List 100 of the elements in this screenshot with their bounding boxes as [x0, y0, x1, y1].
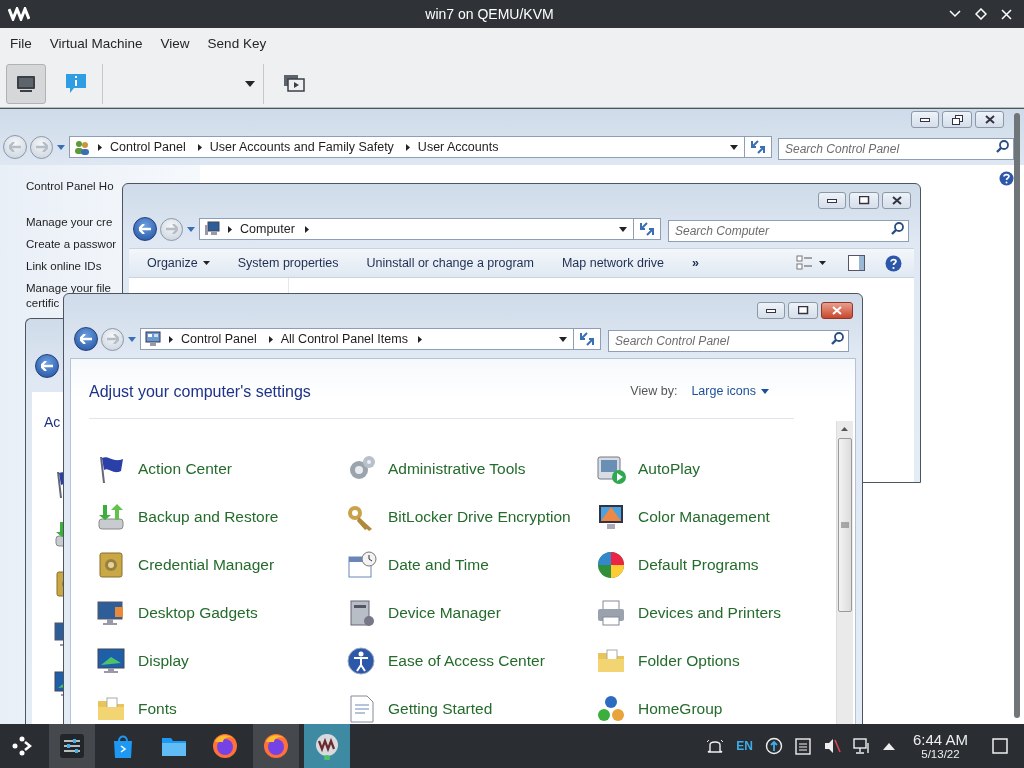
breadcrumb-item[interactable]: User Accounts — [413, 137, 503, 157]
sidebar-link[interactable]: Manage your cre — [26, 215, 113, 230]
address-bar[interactable]: Control Panel User Accounts and Family Safety User Accounts — [69, 136, 745, 158]
command-button[interactable]: System properties — [223, 253, 353, 273]
taskbar-app[interactable] — [304, 724, 350, 768]
menu-item[interactable]: Virtual Machine — [40, 33, 152, 55]
minimize-button[interactable] — [757, 302, 785, 319]
chevron-icon[interactable] — [228, 225, 232, 233]
breadcrumb-item[interactable]: Control Panel — [106, 137, 190, 157]
caret-icon[interactable] — [619, 226, 627, 232]
chevron-icon[interactable] — [417, 335, 422, 343]
maximize-button[interactable] — [849, 192, 879, 209]
breadcrumb-item[interactable]: Computer — [236, 219, 299, 239]
settings-link[interactable]: Folder Options — [595, 645, 740, 677]
caret-icon — [245, 80, 255, 87]
taskbar-app[interactable] — [49, 724, 95, 768]
sidebar-link[interactable]: Link online IDs — [26, 259, 102, 274]
close-icon[interactable] — [1001, 8, 1012, 20]
settings-link[interactable]: Backup and Restore — [95, 501, 279, 533]
bell-icon[interactable] — [706, 737, 725, 755]
show-desktop-icon[interactable] — [992, 738, 1008, 754]
back-button[interactable] — [74, 327, 98, 351]
settings-link[interactable]: Color Management — [595, 501, 770, 533]
sidebar-link[interactable]: Manage your file certific — [26, 281, 112, 311]
arrow-up-icon[interactable] — [882, 742, 895, 750]
refresh-button[interactable] — [634, 218, 661, 240]
network-icon[interactable] — [852, 737, 871, 755]
command-button[interactable]: Organize — [133, 253, 224, 273]
view-by-dropdown[interactable]: Large icons — [691, 382, 769, 401]
settings-link[interactable]: Device Manager — [345, 597, 501, 629]
keyboard-layout[interactable]: EN — [736, 737, 753, 755]
settings-link[interactable]: Devices and Printers — [595, 597, 781, 629]
settings-link[interactable]: BitLocker Drive Encryption — [345, 501, 571, 533]
preview-pane-icon[interactable] — [848, 255, 865, 271]
scrollbar[interactable] — [1014, 113, 1020, 718]
sidebar-link[interactable]: Create a passwor — [26, 237, 117, 252]
clock[interactable]: 6:44 AM 5/13/22 — [912, 731, 968, 761]
search-field[interactable]: Search Control Panel — [608, 330, 849, 352]
breadcrumb-item[interactable]: All Control Panel Items — [276, 329, 412, 349]
taskbar-app[interactable] — [253, 724, 299, 768]
help-icon[interactable] — [885, 254, 902, 272]
address-bar[interactable]: Computer — [199, 218, 634, 240]
chevron-icon[interactable] — [304, 225, 309, 233]
menu-item[interactable]: View — [151, 33, 199, 55]
command-button[interactable]: Map network drive — [547, 253, 679, 273]
back-button[interactable] — [133, 217, 157, 241]
settings-link[interactable]: Date and Time — [345, 549, 489, 581]
update-icon[interactable] — [764, 737, 783, 755]
breadcrumb-item[interactable]: User Accounts and Family Safety — [205, 137, 398, 157]
chevron-icon[interactable] — [98, 143, 102, 151]
settings-link[interactable]: Action Center — [95, 453, 232, 485]
restore-button[interactable] — [942, 111, 972, 128]
sidebar-link[interactable]: Control Panel Ho — [26, 179, 114, 194]
page-heading: Ac — [44, 413, 61, 432]
chevron-icon[interactable] — [405, 143, 410, 151]
command-button[interactable]: Uninstall or change a program — [352, 253, 548, 273]
refresh-button[interactable] — [574, 328, 601, 350]
settings-link[interactable]: Fonts — [95, 693, 177, 724]
search-field[interactable]: Search Computer — [668, 220, 909, 242]
chevron-icon[interactable] — [268, 335, 273, 343]
close-button[interactable] — [975, 111, 1004, 128]
maximize-button[interactable] — [788, 302, 818, 319]
help-icon[interactable] — [999, 171, 1014, 186]
scrollbar-thumb[interactable] — [838, 438, 852, 612]
clipboard-icon[interactable] — [794, 737, 811, 755]
settings-link[interactable]: AutoPlay — [595, 453, 701, 485]
chevron-icon[interactable] — [169, 335, 173, 343]
media-player-icon — [595, 453, 627, 485]
menu-item[interactable]: File — [1, 33, 41, 55]
chevron-icon[interactable] — [197, 143, 202, 151]
refresh-button[interactable] — [745, 136, 772, 158]
minimize-button[interactable] — [818, 192, 846, 209]
back-button[interactable] — [35, 354, 59, 378]
drive-icon — [95, 501, 127, 533]
scrollbar[interactable] — [836, 421, 853, 724]
settings-link[interactable]: Administrative Tools — [345, 453, 526, 485]
settings-link[interactable]: Credential Manager — [95, 549, 275, 581]
settings-link[interactable]: Getting Started — [345, 693, 493, 724]
settings-link[interactable]: Desktop Gadgets — [95, 597, 258, 629]
control-panel-icon — [145, 331, 161, 347]
settings-link[interactable]: Default Programs — [595, 549, 759, 581]
list-view-icon — [796, 255, 814, 271]
color-circle-icon — [595, 549, 627, 581]
breadcrumb-item[interactable]: Control Panel — [177, 329, 261, 349]
minimize-button[interactable] — [911, 111, 939, 128]
close-button[interactable] — [882, 192, 911, 209]
console-button[interactable] — [6, 63, 46, 104]
settings-link[interactable]: Ease of Access Center — [345, 645, 545, 677]
command-button[interactable]: » — [678, 253, 713, 273]
settings-link[interactable]: HomeGroup — [595, 693, 723, 724]
minimize-icon[interactable] — [949, 10, 961, 18]
settings-link[interactable]: Display — [95, 645, 189, 677]
menu-item[interactable]: Send Key — [198, 33, 276, 55]
muted-speaker-icon[interactable] — [822, 737, 841, 755]
caret-icon[interactable] — [559, 336, 567, 342]
caret-icon[interactable] — [730, 144, 738, 150]
minimize-icon — [920, 117, 930, 122]
address-bar[interactable]: Control Panel All Control Panel Items — [140, 328, 574, 350]
close-button[interactable] — [821, 302, 853, 319]
search-field[interactable]: Search Control Panel — [778, 138, 1014, 160]
